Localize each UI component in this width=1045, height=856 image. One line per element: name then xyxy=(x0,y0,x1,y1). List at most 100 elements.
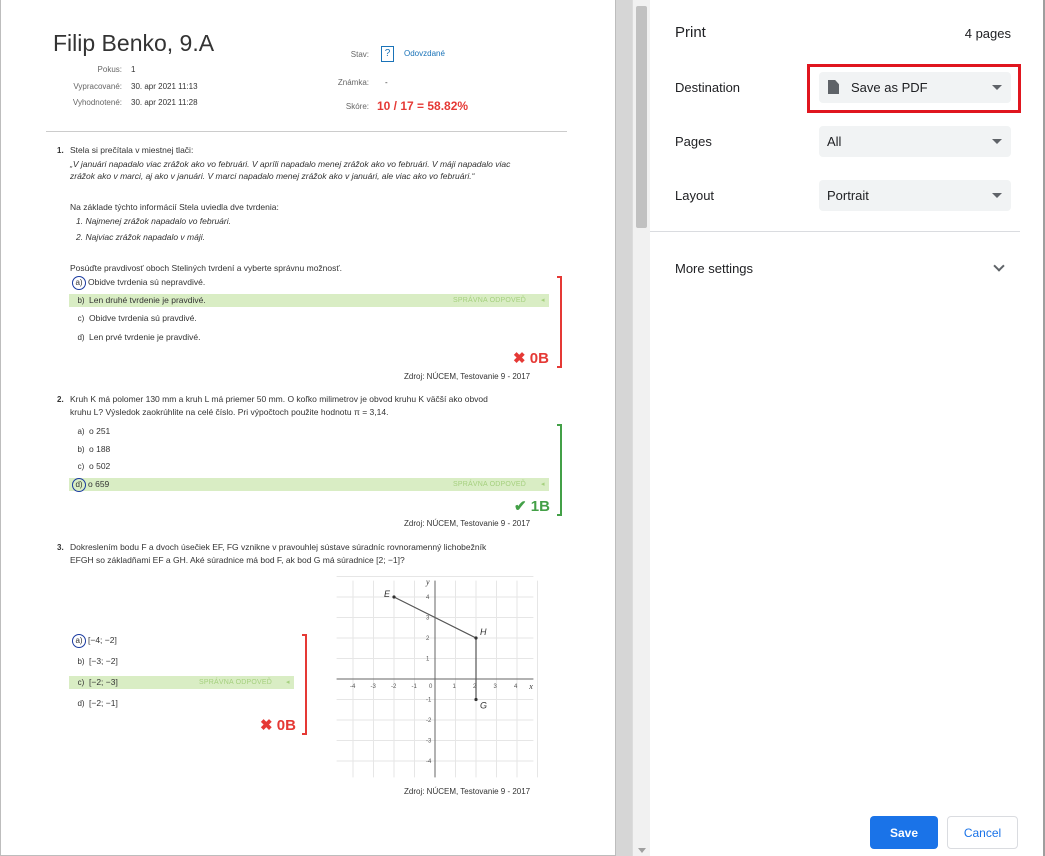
option-letter: d) xyxy=(77,333,85,342)
scroll-down-arrow-icon[interactable] xyxy=(638,848,646,853)
option-letter: d) xyxy=(77,699,85,708)
option-letter: b) xyxy=(77,657,85,666)
y-tick-label: -2 xyxy=(426,718,432,724)
question-number: 1. xyxy=(57,146,64,155)
point-label: G xyxy=(480,701,487,711)
question-quote: zrážok ako v marci, aj ako v januári. V … xyxy=(70,171,475,181)
dropdown-arrow-icon xyxy=(992,193,1002,198)
question-quote: „V januári napadalo viac zrážok ako vo f… xyxy=(70,159,511,169)
answer-option: c) o 502 xyxy=(73,460,111,473)
worked-label: Vypracované: xyxy=(73,82,122,91)
correct-answer-label: SPRÁVNA ODPOVEĎ xyxy=(453,481,527,488)
more-settings-toggle[interactable]: More settings xyxy=(675,261,753,276)
answer-option-selected: a) [−4; −2] xyxy=(72,634,117,648)
result-bracket xyxy=(557,276,562,368)
option-text: [−2; −3] xyxy=(89,677,118,687)
source-note: Zdroj: NÚCEM, Testovanie 9 - 2017 xyxy=(404,372,531,381)
pages-label: Pages xyxy=(675,134,712,149)
y-tick-label: -4 xyxy=(426,759,432,765)
x-tick-label: -3 xyxy=(371,684,377,690)
statement: 2. Najviac zrážok napadalo v máji. xyxy=(76,232,205,242)
point-label: H xyxy=(480,627,487,637)
destination-select[interactable]: Save as PDF xyxy=(819,72,1011,103)
chevron-down-icon[interactable] xyxy=(993,260,1005,272)
divider xyxy=(46,131,567,132)
option-text: [−4; −2] xyxy=(88,635,117,645)
option-text: Len prvé tvrdenie je pravdivé. xyxy=(89,332,201,342)
answer-option: a) o 251 xyxy=(73,425,110,438)
dropdown-arrow-icon xyxy=(992,85,1002,90)
option-letter: c) xyxy=(77,678,85,687)
statement: 1. Najmenej zrážok napadalo vo februári. xyxy=(76,216,231,226)
option-text: Obidve tvrdenia sú pravdivé. xyxy=(89,313,197,323)
x-tick-label: -4 xyxy=(350,684,356,690)
x-tick-label: 0 xyxy=(429,684,433,690)
answer-option: b) o 188 xyxy=(73,443,110,456)
answer-option-selected: d) o 659 xyxy=(72,478,109,492)
pages-select[interactable]: All xyxy=(819,126,1011,157)
attempt-value: 1 xyxy=(131,65,136,74)
point-label: E xyxy=(384,589,391,599)
answer-option: b) [−3; −2] xyxy=(73,655,118,668)
layout-label: Layout xyxy=(675,188,715,203)
y-tick-label: 1 xyxy=(426,657,430,663)
dropdown-arrow-icon xyxy=(992,139,1002,144)
answer-option: d) Len prvé tvrdenie je pravdivé. xyxy=(73,331,201,344)
question-number: 2. xyxy=(57,395,64,404)
scrollbar-thumb[interactable] xyxy=(636,6,647,228)
source-note: Zdroj: NÚCEM, Testovanie 9 - 2017 xyxy=(404,787,531,796)
option-text: o 251 xyxy=(89,426,111,436)
option-letter: a) xyxy=(77,427,85,436)
answer-option: c) Obidve tvrdenia sú pravdivé. xyxy=(73,312,197,325)
cancel-button[interactable]: Cancel xyxy=(947,816,1018,849)
result-bracket xyxy=(302,634,307,735)
point-marker xyxy=(392,595,396,599)
option-text: o 502 xyxy=(89,461,111,471)
y-tick-label: 2 xyxy=(426,636,430,642)
option-text: [−3; −2] xyxy=(89,656,118,666)
attempt-label: Pokus: xyxy=(97,65,122,74)
student-name: Filip Benko, 9.A xyxy=(53,30,215,56)
x-tick-label: -1 xyxy=(412,684,418,690)
correct-answer-arrow: ◂ xyxy=(286,679,290,686)
point-marker xyxy=(474,697,478,702)
print-settings-panel: Print 4 pages Destination Save as PDF Pa… xyxy=(650,0,1045,856)
print-title: Print xyxy=(675,24,706,41)
x-axis-label: x xyxy=(528,682,533,691)
question-text: Stela si prečítala v miestnej tlači: xyxy=(70,145,194,155)
y-tick-label: -1 xyxy=(426,698,432,704)
question-text: kruhu L? Výsledok zaokrúhlite na celé čí… xyxy=(70,407,389,417)
destination-value: Save as PDF xyxy=(851,80,928,95)
option-text: [−2; −1] xyxy=(89,698,118,708)
answer-option: b) Len druhé tvrdenie je pravdivé. xyxy=(73,294,206,307)
points-result: ✔ 1B xyxy=(514,498,550,515)
score-value: 10 / 17 = 58.82% xyxy=(377,99,469,113)
correct-answer-arrow: ◂ xyxy=(541,297,545,304)
layout-value: Portrait xyxy=(827,188,869,203)
answer-option-selected: a) Obidve tvrdenia sú nepravdivé. xyxy=(72,276,205,290)
y-tick-label: 3 xyxy=(426,616,430,622)
status-icon: ? xyxy=(381,46,394,62)
point-marker xyxy=(474,636,478,640)
question-text: Dokreslením bodu F a dvoch úsečiek EF, F… xyxy=(70,542,487,552)
status-value: Odovzdané xyxy=(404,49,445,58)
layout-select[interactable]: Portrait xyxy=(819,180,1011,211)
status-label: Stav: xyxy=(350,50,369,59)
option-letter: b) xyxy=(77,445,85,454)
option-text: Len druhé tvrdenie je pravdivé. xyxy=(89,295,206,305)
pages-value: All xyxy=(827,134,842,149)
selected-circle: a) xyxy=(72,276,86,290)
score-label: Skóre: xyxy=(345,102,369,111)
question-text: Kruh K má polomer 130 mm a kruh L má pri… xyxy=(70,394,488,404)
source-note: Zdroj: NÚCEM, Testovanie 9 - 2017 xyxy=(404,519,531,528)
selected-circle: d) xyxy=(72,478,86,492)
save-button[interactable]: Save xyxy=(870,816,938,849)
question-number: 3. xyxy=(57,543,64,552)
option-letter: c) xyxy=(77,462,85,471)
preview-page: Filip Benko, 9.A Pokus: 1 Vypracované: 3… xyxy=(0,0,616,856)
preview-scrollbar[interactable] xyxy=(632,0,650,856)
worked-value: 30. apr 2021 11:13 xyxy=(131,82,198,91)
question-task: Posúďte pravdivosť oboch Steliných tvrde… xyxy=(70,263,342,273)
destination-label: Destination xyxy=(675,80,741,95)
option-letter: b) xyxy=(77,296,85,305)
